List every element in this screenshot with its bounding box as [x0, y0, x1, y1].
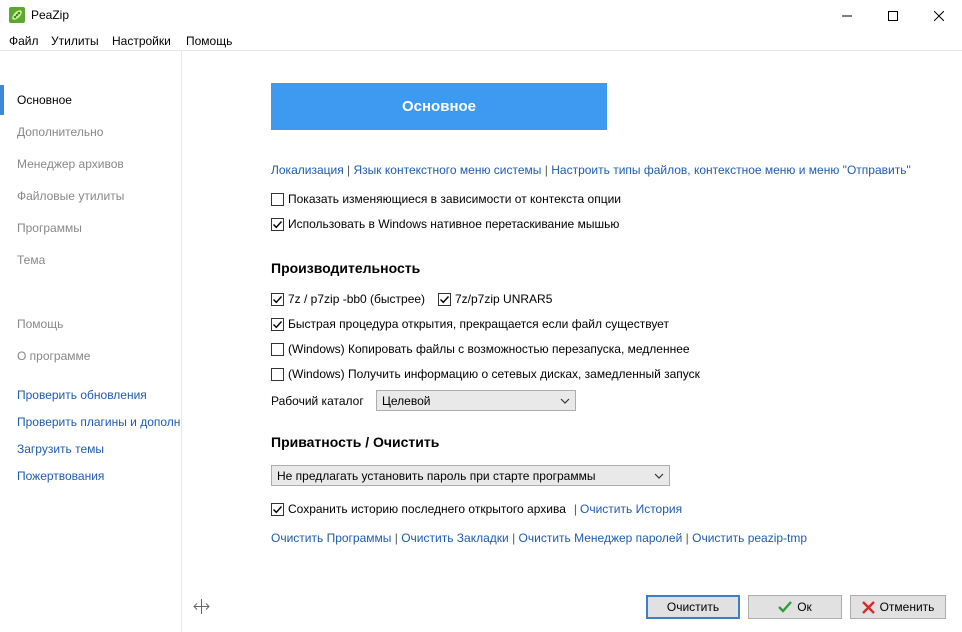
link-separator: | [685, 531, 689, 545]
cancel-button-label: Отменить [879, 600, 935, 614]
resize-handle-icon[interactable] [193, 598, 210, 615]
clear-bookmarks-link[interactable]: Очистить Закладки [401, 531, 509, 545]
privacy-heading: Приватность / Очистить [271, 434, 440, 450]
maximize-icon [888, 10, 898, 21]
save-history-checkbox[interactable] [271, 502, 284, 516]
donate-link[interactable]: Пожертвования [17, 469, 104, 483]
link-separator: | [394, 531, 398, 545]
7z-bb0-label: 7z / p7zip -bb0 (быстрее) [288, 292, 426, 306]
link-separator: | [347, 163, 351, 177]
7z-bb0-checkbox[interactable] [271, 292, 284, 306]
clear-button-label: Очистить [666, 600, 720, 614]
clear-programs-link[interactable]: Очистить Программы [271, 531, 391, 545]
checkmark-icon [273, 220, 283, 228]
maximize-button[interactable] [870, 0, 916, 31]
native-dragdrop-label: Использовать в Windows нативное перетаск… [288, 217, 620, 231]
menu-bar: Файл Утилиты Настройки Помощь [0, 31, 962, 51]
unrar5-checkbox[interactable] [438, 292, 451, 306]
performance-heading: Производительность [271, 260, 421, 276]
localization-link[interactable]: Локализация [271, 163, 344, 177]
chevron-down-icon [654, 473, 664, 479]
network-drives-label: (Windows) Получить информацию о сетевых … [288, 367, 700, 381]
ok-button-label: Ок [797, 600, 812, 614]
fast-open-label: Быстрая процедура открытия, прекращается… [288, 317, 669, 331]
password-prompt-value: Не предлагать установить пароль при стар… [277, 468, 596, 483]
sidebar: Основное Дополнительно Менеджер архивов … [0, 51, 182, 632]
menu-utilities[interactable]: Утилиты [51, 34, 99, 48]
clear-peazip-tmp-link[interactable]: Очистить peazip-tmp [692, 531, 807, 545]
cross-icon [861, 600, 875, 614]
check-plugins-link[interactable]: Проверить плагины и дополн [17, 415, 180, 429]
native-dragdrop-checkbox-row[interactable]: Использовать в Windows нативное перетаск… [271, 217, 619, 231]
sidebar-item-archive-manager[interactable]: Менеджер архивов [17, 157, 124, 171]
network-drives-checkbox-row[interactable]: (Windows) Получить информацию о сетевых … [271, 367, 700, 381]
restartable-copy-checkbox[interactable] [271, 342, 284, 356]
clear-links: Очистить Программы | Очистить Закладки |… [271, 531, 807, 545]
sidebar-item-help[interactable]: Помощь [17, 317, 63, 331]
link-separator: | [544, 163, 548, 177]
sidebar-item-advanced[interactable]: Дополнительно [17, 125, 103, 139]
file-types-link[interactable]: Настроить типы файлов, контекстное меню … [551, 163, 910, 177]
active-item-marker [0, 85, 4, 115]
clear-password-manager-link[interactable]: Очистить Менеджер паролей [519, 531, 683, 545]
checkmark-icon [273, 320, 283, 328]
password-prompt-select[interactable]: Не предлагать установить пароль при стар… [271, 465, 670, 486]
clear-button[interactable]: Очистить [646, 595, 740, 619]
network-drives-checkbox[interactable] [271, 367, 284, 381]
context-options-label: Показать изменяющиеся в зависимости от к… [288, 192, 621, 206]
sidebar-item-programs[interactable]: Программы [17, 221, 82, 235]
workdir-value: Целевой [382, 393, 431, 408]
save-history-label: Сохранить историю последнего открытого а… [288, 502, 566, 516]
restartable-copy-checkbox-row[interactable]: (Windows) Копировать файлы с возможность… [271, 342, 690, 356]
link-separator: | [512, 531, 516, 545]
checkmark-icon [273, 295, 283, 303]
context-options-checkbox[interactable] [271, 192, 284, 206]
checkmark-icon [778, 601, 793, 613]
sidebar-item-about[interactable]: О программе [17, 349, 90, 363]
peazip-app-icon [9, 7, 25, 23]
context-options-checkbox-row[interactable]: Показать изменяющиеся в зависимости от к… [271, 192, 621, 206]
checkmark-icon [273, 505, 283, 513]
unrar5-label: 7z/p7zip UNRAR5 [455, 292, 553, 306]
sidebar-item-general[interactable]: Основное [17, 93, 72, 107]
sidebar-item-file-tools[interactable]: Файловые утилиты [17, 189, 124, 203]
native-dragdrop-checkbox[interactable] [271, 217, 284, 231]
fast-open-checkbox[interactable] [271, 317, 284, 331]
section-banner: Основное [271, 83, 607, 130]
checkmark-icon [440, 295, 450, 303]
cancel-button[interactable]: Отменить [850, 595, 946, 619]
unrar5-checkbox-row[interactable]: 7z/p7zip UNRAR5 [438, 292, 552, 306]
workdir-label: Рабочий каталог [271, 394, 364, 408]
workdir-select[interactable]: Целевой [376, 390, 576, 411]
check-updates-link[interactable]: Проверить обновления [17, 388, 147, 402]
clear-history-link[interactable]: Очистить История [580, 502, 682, 516]
7z-bb0-checkbox-row[interactable]: 7z / p7zip -bb0 (быстрее) [271, 292, 425, 306]
title-bar: PeaZip [0, 0, 962, 31]
minimize-icon [842, 15, 852, 16]
restartable-copy-label: (Windows) Копировать файлы с возможность… [288, 342, 690, 356]
close-icon [934, 10, 944, 21]
top-links: Локализация | Язык контекстного меню сис… [271, 163, 911, 177]
chevron-down-icon [560, 398, 570, 404]
save-history-checkbox-row[interactable]: Сохранить историю последнего открытого а… [271, 502, 682, 516]
link-separator: | [573, 502, 577, 516]
menu-settings[interactable]: Настройки [112, 34, 171, 48]
close-button[interactable] [916, 0, 962, 31]
ok-button[interactable]: Ок [748, 595, 842, 619]
context-menu-language-link[interactable]: Язык контекстного меню системы [354, 163, 542, 177]
menu-help[interactable]: Помощь [186, 34, 232, 48]
menu-file[interactable]: Файл [9, 34, 39, 48]
sidebar-item-theme[interactable]: Тема [17, 253, 45, 267]
window-title: PeaZip [31, 8, 70, 22]
download-themes-link[interactable]: Загрузить темы [17, 442, 104, 456]
minimize-button[interactable] [824, 0, 870, 31]
fast-open-checkbox-row[interactable]: Быстрая процедура открытия, прекращается… [271, 317, 669, 331]
